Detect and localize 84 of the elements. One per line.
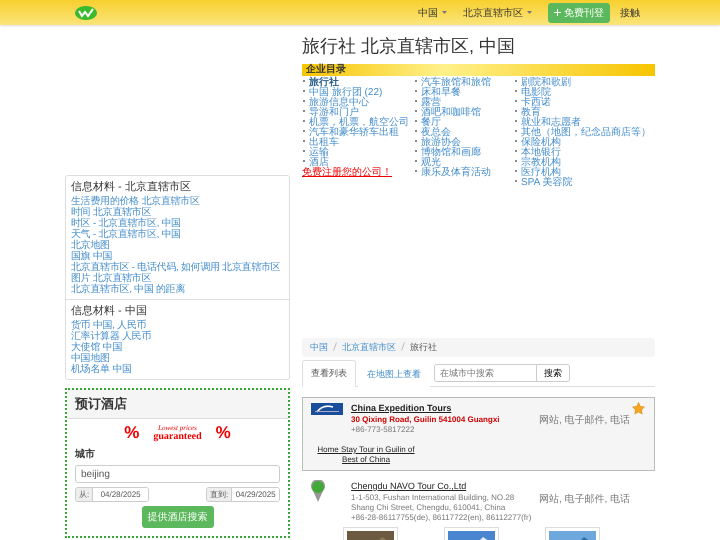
logo-icon[interactable] <box>75 6 97 20</box>
category-link[interactable]: 博物馆和画廊 <box>414 148 514 158</box>
breadcrumb-separator-icon <box>333 342 337 351</box>
category-link[interactable]: 旅游信息中心 <box>302 98 414 108</box>
breadcrumb-link[interactable]: 旅行社 <box>410 341 437 354</box>
logo-icon <box>311 403 343 415</box>
info-link[interactable]: 生活费用的价格 北京直辖市区 <box>71 196 284 207</box>
panel-title: 预订酒店 <box>67 390 288 419</box>
section-title: 信息材料 - 中国 <box>71 304 148 318</box>
company-address: 30 Qixing Road, Guilin 541004 Guangxi <box>351 415 500 425</box>
category-link[interactable]: 汽车旅馆和旅馆 <box>414 78 514 88</box>
directory-heading: 企业目录 <box>302 64 655 76</box>
category-link[interactable]: 汽车和豪华轿车出租 <box>302 128 414 138</box>
company-address: 1-1-503, Fushan International Building, NO.28 Shang Chi Street, Chengdu, 610041, China <box>351 493 516 513</box>
register-company-link[interactable]: 免费注册您的公司！ <box>302 168 414 178</box>
category-link[interactable]: 运输 <box>302 148 414 158</box>
category-link[interactable]: 露营 <box>414 98 514 108</box>
info-link[interactable]: 中国地图 <box>71 353 284 364</box>
category-link[interactable]: 出租车 <box>302 138 414 148</box>
info-link[interactable]: 时区 - 北京直辖市区, 中国 <box>71 218 284 229</box>
hotel-search-button[interactable]: 提供酒店搜索 <box>142 506 214 528</box>
contact-options: 网站, 电子邮件, 电话 <box>534 413 632 427</box>
page-title: 旅行社 北京直辖市区, 中国 <box>302 35 516 58</box>
category-link[interactable]: 本地银行 <box>514 148 655 158</box>
category-link[interactable]: 电影院 <box>514 88 655 98</box>
category-link[interactable]: 保险机构 <box>514 138 655 148</box>
register-button[interactable]: 免费刊登 <box>548 2 610 22</box>
info-link[interactable]: 天气 - 北京直辖市区, 中国 <box>71 229 284 240</box>
info-link[interactable]: 图片 北京直辖市区 <box>71 273 284 284</box>
category-link[interactable]: 教育 <box>514 108 655 118</box>
category-link[interactable]: 卡西诺 <box>514 98 655 108</box>
category-link[interactable]: 就业和志愿者 <box>514 118 655 128</box>
promo-text: guaranteed <box>153 432 202 442</box>
search-button[interactable]: 搜索 <box>537 364 570 382</box>
category-link[interactable]: 机票，机票，航空公司 <box>302 118 414 128</box>
category-link[interactable]: 床和早餐 <box>414 88 514 98</box>
category-link[interactable]: 酒吧和咖啡馆 <box>414 108 514 118</box>
plus-icon <box>554 9 561 16</box>
category-link[interactable]: 观光 <box>414 158 514 168</box>
category-link[interactable]: 旅行社 <box>302 78 414 88</box>
breadcrumb-link[interactable]: 中国 <box>310 341 328 354</box>
info-link[interactable]: 货币 中国, 人民币 <box>71 320 284 331</box>
category-link[interactable]: 导游和门户 <box>302 108 414 118</box>
company-phone: +86-28-86117755(de), 86117722(en), 86112277(fr) <box>351 513 532 523</box>
percent-sign: % <box>124 423 140 443</box>
contact-options: 网站, 电子邮件, 电话 <box>534 492 632 506</box>
info-link[interactable]: 北京直辖市区 - 电话代码, 如何调用 北京直辖市区 <box>71 262 284 273</box>
category-link[interactable]: 医疗机构 <box>514 168 655 178</box>
info-link[interactable]: 北京地图 <box>71 240 284 251</box>
category-link[interactable]: 夜总会 <box>414 128 514 138</box>
category-link[interactable]: 旅游协会 <box>414 138 514 148</box>
category-link[interactable]: 其他（地图，纪念品商店等） <box>514 128 655 138</box>
category-link[interactable]: 中国 旅行团 (22) <box>302 88 414 98</box>
contact-link[interactable]: 接触 <box>620 6 640 20</box>
percent-sign: % <box>216 423 231 443</box>
category-link[interactable]: 餐厅 <box>414 118 514 128</box>
nav-dropdown[interactable]: 北京直辖市区 <box>463 6 532 20</box>
category-link[interactable]: 剧院和歌剧 <box>514 78 655 88</box>
field-label: 城市 <box>75 447 96 461</box>
date-field[interactable]: 直到: 04/29/2025 <box>206 487 280 502</box>
city-search-field[interactable]: 在城市中搜索 <box>434 364 537 382</box>
nav-dropdown[interactable]: 中国 <box>418 6 447 20</box>
category-link[interactable]: SPA 美容院 <box>514 178 655 188</box>
company-name-link[interactable]: Chengdu NAVO Tour Co.,Ltd <box>351 480 534 493</box>
company-name-link[interactable]: China Expedition Tours <box>351 402 534 415</box>
section-title: 信息材料 - 北京直辖市区 <box>71 180 192 194</box>
breadcrumb-link[interactable]: 北京直辖市区 <box>342 341 396 354</box>
info-link[interactable]: 大使馆 中国 <box>71 342 284 353</box>
info-link[interactable]: 汇率计算器 人民币 <box>71 331 284 342</box>
info-link[interactable]: 北京直辖市区, 中国 的距离 <box>71 284 284 295</box>
category-link[interactable]: 宗教机构 <box>514 158 655 168</box>
info-link[interactable]: 国旗 中国 <box>71 251 284 262</box>
category-link[interactable]: 康乐及体育活动 <box>414 168 514 178</box>
map-pin-icon <box>311 480 325 502</box>
info-link[interactable]: 机场名单 中国 <box>71 364 284 375</box>
company-phone: +86-773-5817222 <box>351 425 416 435</box>
view-tab[interactable]: 查看列表 <box>302 360 356 387</box>
city-field[interactable]: beijing <box>75 465 280 483</box>
breadcrumb-separator-icon <box>401 342 405 351</box>
info-link[interactable]: 时间 北京直辖市区 <box>71 207 284 218</box>
tagline-link[interactable]: Home Stay Tour in Guilin of Best of China <box>311 445 421 465</box>
star-icon[interactable] <box>632 402 645 415</box>
date-field[interactable]: 从: 04/28/2025 <box>75 487 149 502</box>
category-link[interactable]: 酒店 <box>302 158 414 168</box>
